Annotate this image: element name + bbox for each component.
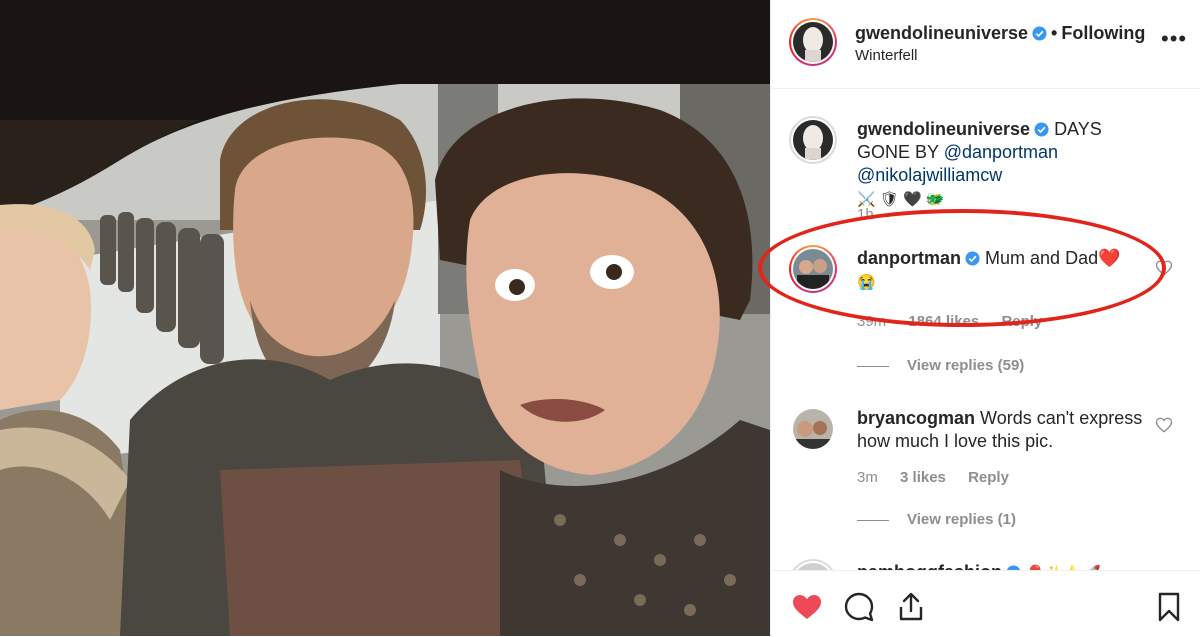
photo-illustration	[0, 0, 770, 636]
verified-badge-icon	[1032, 26, 1047, 41]
comment-text: bryancogman Words can't express how much…	[857, 407, 1157, 453]
verified-badge-icon	[965, 251, 980, 266]
view-replies-label: View replies (1)	[907, 511, 1016, 528]
comment-username[interactable]: danportman	[857, 248, 961, 268]
author-avatar[interactable]	[789, 18, 837, 66]
post-photo[interactable]	[0, 0, 770, 636]
comment-text: danportman Mum and Dad❤️ 😭	[857, 247, 1157, 294]
commenter-avatar[interactable]	[789, 405, 837, 453]
view-replies-button[interactable]: View replies (1)	[857, 511, 1016, 528]
comment-body: Mum and Dad❤️	[985, 248, 1121, 268]
author-avatar-image	[793, 22, 833, 62]
comment-likes[interactable]: 1864 likes	[908, 313, 979, 330]
comment-time: 39m	[857, 313, 887, 330]
caption-text: gwendolineuniverse DAYS GONE BY @danport…	[857, 118, 1157, 211]
comment-meta: 39m 1864 likes Reply	[857, 313, 1060, 330]
replies-divider-line	[857, 365, 889, 367]
like-comment-heart-icon[interactable]	[1155, 259, 1173, 277]
commenter-avatar-image	[793, 249, 833, 289]
post-side-panel: gwendolineuniverse • Following Winterfell …	[770, 0, 1200, 636]
comment-likes[interactable]: 3 likes	[900, 469, 946, 486]
comment-text: pamhoggfashion 🎈✨⭐🚀	[857, 561, 1157, 570]
post-actions-bar	[771, 570, 1200, 637]
comment-icon[interactable]	[843, 591, 875, 623]
bookmark-icon[interactable]	[1153, 591, 1185, 623]
heart-icon[interactable]	[791, 591, 823, 623]
comment-username[interactable]: pamhoggfashion	[857, 562, 1002, 570]
comments-list[interactable]: gwendolineuniverse DAYS GONE BY @danport…	[771, 89, 1200, 570]
post-header: gwendolineuniverse • Following Winterfell …	[771, 0, 1200, 89]
comment-emoji: 😭	[857, 274, 876, 291]
caption-avatar-image	[793, 120, 833, 160]
like-comment-heart-icon[interactable]	[1155, 416, 1173, 434]
verified-badge-icon	[1034, 122, 1049, 137]
more-options-icon[interactable]: •••	[1161, 28, 1186, 54]
view-replies-label: View replies (59)	[907, 357, 1025, 374]
separator-dot: •	[1051, 23, 1058, 43]
caption-avatar[interactable]	[789, 116, 837, 164]
comment-username[interactable]: bryancogman	[857, 408, 975, 428]
reply-button[interactable]: Reply	[1001, 313, 1042, 330]
replies-divider-line	[857, 519, 889, 521]
comment-meta: 3m 3 likes Reply	[857, 469, 1027, 486]
comment-time: 3m	[857, 469, 878, 486]
share-icon[interactable]	[895, 591, 927, 623]
commenter-avatar[interactable]	[789, 559, 837, 570]
author-username[interactable]: gwendolineuniverse	[855, 23, 1028, 43]
following-button[interactable]: Following	[1061, 23, 1145, 43]
caption-username[interactable]: gwendolineuniverse	[857, 119, 1030, 139]
post-location[interactable]: Winterfell	[855, 47, 918, 64]
caption-time: 1h	[857, 206, 874, 223]
mention-link[interactable]: @danportman	[944, 142, 1058, 162]
mention-link[interactable]: @nikolajwilliamcw	[857, 165, 1002, 185]
commenter-avatar-image	[793, 563, 833, 570]
caption-meta: 1h	[857, 206, 892, 223]
header-user-line: gwendolineuniverse • Following	[855, 23, 1145, 44]
commenter-avatar-image	[793, 409, 833, 449]
view-replies-button[interactable]: View replies (59)	[857, 357, 1024, 374]
commenter-avatar[interactable]	[789, 245, 837, 293]
reply-button[interactable]: Reply	[968, 469, 1009, 486]
